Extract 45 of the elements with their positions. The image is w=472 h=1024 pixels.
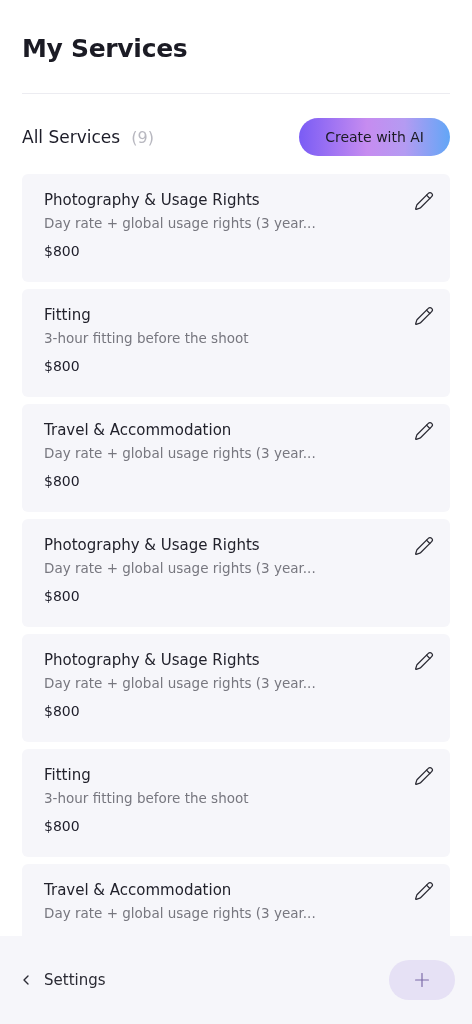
page-title: My Services xyxy=(22,34,189,63)
pencil-icon xyxy=(414,536,434,556)
create-with-ai-button[interactable]: Create with AI xyxy=(299,118,450,156)
service-name: Photography & Usage Rights xyxy=(44,651,261,669)
service-description: Day rate + global usage rights (3 year... xyxy=(44,215,316,231)
service-description: Day rate + global usage rights (3 year... xyxy=(44,675,316,691)
service-name: Travel & Accommodation xyxy=(44,881,233,899)
back-link[interactable]: Settings xyxy=(18,971,106,989)
service-name: Travel & Accommodation xyxy=(44,421,233,439)
service-description: Day rate + global usage rights (3 year... xyxy=(44,445,316,461)
service-price: $800 xyxy=(44,818,81,834)
pencil-icon xyxy=(414,766,434,786)
service-card[interactable]: Fitting 3-hour fitting before the shoot $800 xyxy=(22,289,450,397)
section-title: All Services (9) xyxy=(22,127,154,147)
service-description: Day rate + global usage rights (3 year... xyxy=(44,905,316,921)
service-price: $800 xyxy=(44,243,81,259)
pencil-icon xyxy=(414,421,434,441)
pencil-icon xyxy=(414,651,434,671)
service-name: Photography & Usage Rights xyxy=(44,191,261,209)
service-price: $800 xyxy=(44,358,81,374)
pencil-icon xyxy=(414,306,434,326)
service-name: Fitting xyxy=(44,766,92,784)
edit-button[interactable] xyxy=(414,651,436,673)
service-price: $800 xyxy=(44,588,81,604)
edit-button[interactable] xyxy=(414,766,436,788)
service-card[interactable]: Fitting 3-hour fitting before the shoot $800 xyxy=(22,749,450,857)
edit-button[interactable] xyxy=(414,536,436,558)
service-price: $800 xyxy=(44,473,81,489)
service-name: Fitting xyxy=(44,306,92,324)
service-card[interactable]: Travel & Accommodation Day rate + global usage rights (3 year... $800 xyxy=(22,404,450,512)
service-card[interactable]: Photography & Usage Rights Day rate + global usage rights (3 year... $800 xyxy=(22,519,450,627)
service-card[interactable]: Photography & Usage Rights Day rate + global usage rights (3 year... $800 xyxy=(22,174,450,282)
pencil-icon xyxy=(414,881,434,901)
service-description: Day rate + global usage rights (3 year... xyxy=(44,560,316,576)
service-card[interactable]: Travel & Accommodation Day rate + global usage rights (3 year... xyxy=(22,864,450,936)
service-card[interactable]: Photography & Usage Rights Day rate + global usage rights (3 year... $800 xyxy=(22,634,450,742)
edit-button[interactable] xyxy=(414,881,436,903)
service-description: 3-hour fitting before the shoot xyxy=(44,330,249,346)
pencil-icon xyxy=(414,191,434,211)
service-name: Photography & Usage Rights xyxy=(44,536,261,554)
service-price: $800 xyxy=(44,703,81,719)
edit-button[interactable] xyxy=(414,306,436,328)
service-description: 3-hour fitting before the shoot xyxy=(44,790,249,806)
edit-button[interactable] xyxy=(414,421,436,443)
edit-button[interactable] xyxy=(414,191,436,213)
